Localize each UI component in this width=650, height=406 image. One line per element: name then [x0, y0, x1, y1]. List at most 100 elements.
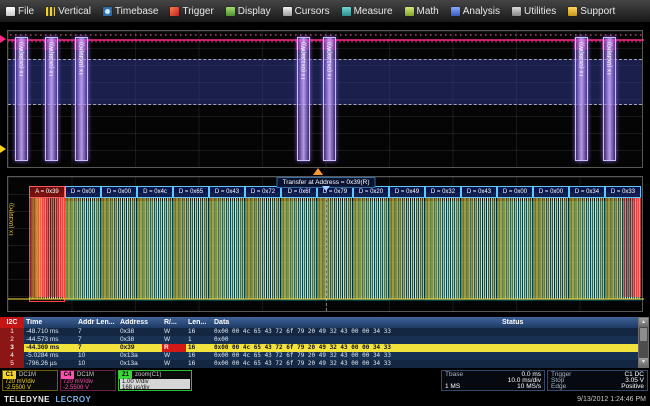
- table-row[interactable]: 5-796.26 µs100x13aW160x00 00 4c 65 43 72…: [0, 360, 638, 368]
- column-header[interactable]: Len...: [186, 319, 212, 326]
- c1-tab: C1: [3, 371, 16, 379]
- timebase-rate: 10 MS/s: [517, 384, 541, 390]
- decode-data-box: D = 0x00: [101, 186, 137, 198]
- menu-item-math[interactable]: Math: [399, 0, 445, 22]
- trigger-position-marker[interactable]: [313, 168, 323, 175]
- cell-bytes: 16: [186, 328, 212, 336]
- cell-bytes: 16: [186, 352, 212, 360]
- menu-item-label: Trigger: [182, 6, 213, 17]
- menu-item-analysis[interactable]: Analysis: [445, 0, 506, 22]
- cell-stat: [500, 352, 638, 360]
- analysis-icon: [451, 7, 460, 16]
- menu-item-support[interactable]: Support: [562, 0, 621, 22]
- scrollbar-thumb[interactable]: [640, 328, 647, 341]
- column-header[interactable]: Data: [212, 319, 500, 326]
- zoom-trace-label: Tx (0x39(R)): [9, 203, 15, 237]
- cell-stat: [500, 360, 638, 368]
- cell-rw: W: [162, 328, 186, 336]
- burst-label: Tx (0x39(R)): [606, 42, 614, 76]
- cell-rw: W: [162, 360, 186, 368]
- menu-item-label: Display: [238, 6, 271, 17]
- cell-data: 0x00: [212, 336, 500, 344]
- i2c-transfer-burst: Tx (0x39(R)): [75, 37, 88, 161]
- cell-time: -44.573 ms: [24, 336, 76, 344]
- channel-descriptor-c4[interactable]: C4 DC1M 720 mV/div -2.5500 V: [60, 370, 116, 391]
- cell-len: 7: [76, 344, 118, 352]
- channel-descriptor-c1[interactable]: C1 DC1M 720 mV/div -2.5500 V: [2, 370, 58, 391]
- menu-item-label: Cursors: [295, 6, 330, 17]
- menu-item-vertical[interactable]: Vertical: [40, 0, 97, 22]
- cell-time: -796.26 µs: [24, 360, 76, 368]
- column-header[interactable]: Address: [118, 319, 162, 326]
- menu-item-trigger[interactable]: Trigger: [164, 0, 219, 22]
- brand-lecroy: LECROY: [56, 395, 92, 404]
- cell-time: -48.710 ms: [24, 328, 76, 336]
- scroll-down-icon[interactable]: ▼: [639, 358, 648, 367]
- cell-addr: 0x38: [118, 336, 162, 344]
- cell-rw: R: [162, 344, 186, 352]
- i2c-transfer-burst: Tx (0x38(W)): [45, 37, 58, 161]
- column-header[interactable]: R/...: [162, 319, 186, 326]
- cell-len: 10: [76, 360, 118, 368]
- burst-label: Tx (0x13a(W)): [326, 42, 334, 80]
- trigger-summary[interactable]: Trigger C1 DC Stop 3.05 V Edge Positive: [547, 370, 648, 391]
- table-scrollbar[interactable]: ▲ ▼: [638, 317, 649, 368]
- cell-idx: 5: [0, 360, 24, 368]
- scroll-up-icon[interactable]: ▲: [639, 318, 648, 327]
- cell-addr: 0x39: [118, 344, 162, 352]
- column-header[interactable]: Time: [24, 319, 76, 326]
- z1-tab: Z1: [119, 371, 132, 379]
- table-header-row: I2C TimeAddr Len...AddressR/...Len...Dat…: [0, 317, 638, 328]
- menu-item-label: Analysis: [463, 6, 500, 17]
- cell-data: 0x00 00 4c 65 43 72 6f 79 20 49 32 43 00…: [212, 344, 500, 352]
- cell-len: 7: [76, 328, 118, 336]
- trigger-slope: Positive: [621, 384, 644, 390]
- table-row[interactable]: 1-48.710 ms70x38W160x00 00 4c 65 43 72 6…: [0, 328, 638, 336]
- cell-addr: 0x13a: [118, 352, 162, 360]
- menu-item-file[interactable]: File: [0, 0, 40, 22]
- timebase-summary[interactable]: Tbase 0.0 ms 10.0 ms/div 1 MS 10 MS/s: [441, 370, 545, 391]
- decode-data-box: D = 0x00: [533, 186, 569, 198]
- trigger-icon: [170, 7, 179, 16]
- zoom-descriptor-z1[interactable]: Z1 zoom(C1) 1.00 V/div 168 µs/div: [118, 370, 192, 391]
- decode-data-box: D = 0x43: [461, 186, 497, 198]
- i2c-transfer-burst: Tx (0x38(W)): [15, 37, 28, 161]
- datetime-display: 9/13/2012 1:24:46 PM: [577, 396, 646, 403]
- protocol-badge: I2C: [0, 317, 24, 328]
- cell-idx: 3: [0, 344, 24, 352]
- table-row[interactable]: 2-44.573 ms70x38W10x00: [0, 336, 638, 344]
- timebase-title: Tbase: [445, 372, 463, 378]
- menu-item-label: Measure: [354, 6, 393, 17]
- decode-data-box: D = 0x34: [569, 186, 605, 198]
- menu-item-utilities[interactable]: Utilities: [506, 0, 562, 22]
- menu-item-display[interactable]: Display: [220, 0, 277, 22]
- utilities-icon: [512, 7, 521, 16]
- cell-rw: W: [162, 336, 186, 344]
- c1-level-marker[interactable]: [0, 145, 6, 153]
- display-icon: [226, 7, 235, 16]
- menu-item-cursors[interactable]: Cursors: [277, 0, 336, 22]
- cell-data: 0x00 00 4c 65 43 72 6f 79 20 49 32 43 00…: [212, 352, 500, 360]
- column-header[interactable]: Addr Len...: [76, 319, 118, 326]
- column-header[interactable]: Status: [500, 319, 638, 326]
- i2c-transfer-burst: Tx (0x38(W)): [575, 37, 588, 161]
- footer-bar: TELEDYNE LECROY 9/13/2012 1:24:46 PM: [0, 392, 650, 406]
- decode-data-box: D = 0x43: [209, 186, 245, 198]
- menu-item-timebase[interactable]: Timebase: [97, 0, 165, 22]
- cell-bytes: 16: [186, 344, 212, 352]
- c4-offset: -2.5500 V: [63, 385, 89, 391]
- decode-data-box: D = 0x4c: [137, 186, 173, 198]
- menu-bar: FileVerticalTimebase Trigger Display Cursor…: [0, 0, 650, 23]
- burst-label: Tx (0x38(W)): [18, 42, 26, 77]
- table-row[interactable]: 3-44.369 ms70x39R160x00 00 4c 65 43 72 6…: [0, 344, 638, 352]
- menu-item-measure[interactable]: Measure: [336, 0, 399, 22]
- measure-icon: [342, 7, 351, 16]
- timebase-icon: [103, 7, 112, 16]
- c4-level-marker[interactable]: [0, 35, 6, 43]
- overview-grid: Tx (0x38(W)) Tx (0x38(W)) Tx (0x39(R)) Tx (…: [7, 30, 643, 168]
- cell-idx: 4: [0, 352, 24, 360]
- i2c-transfer-burst: Tx (0x39(R)): [603, 37, 616, 161]
- cell-addr: 0x13a: [118, 360, 162, 368]
- table-row[interactable]: 4-5.0284 ms100x13aW160x00 00 4c 65 43 72…: [0, 352, 638, 360]
- menu-item-label: Math: [417, 6, 439, 17]
